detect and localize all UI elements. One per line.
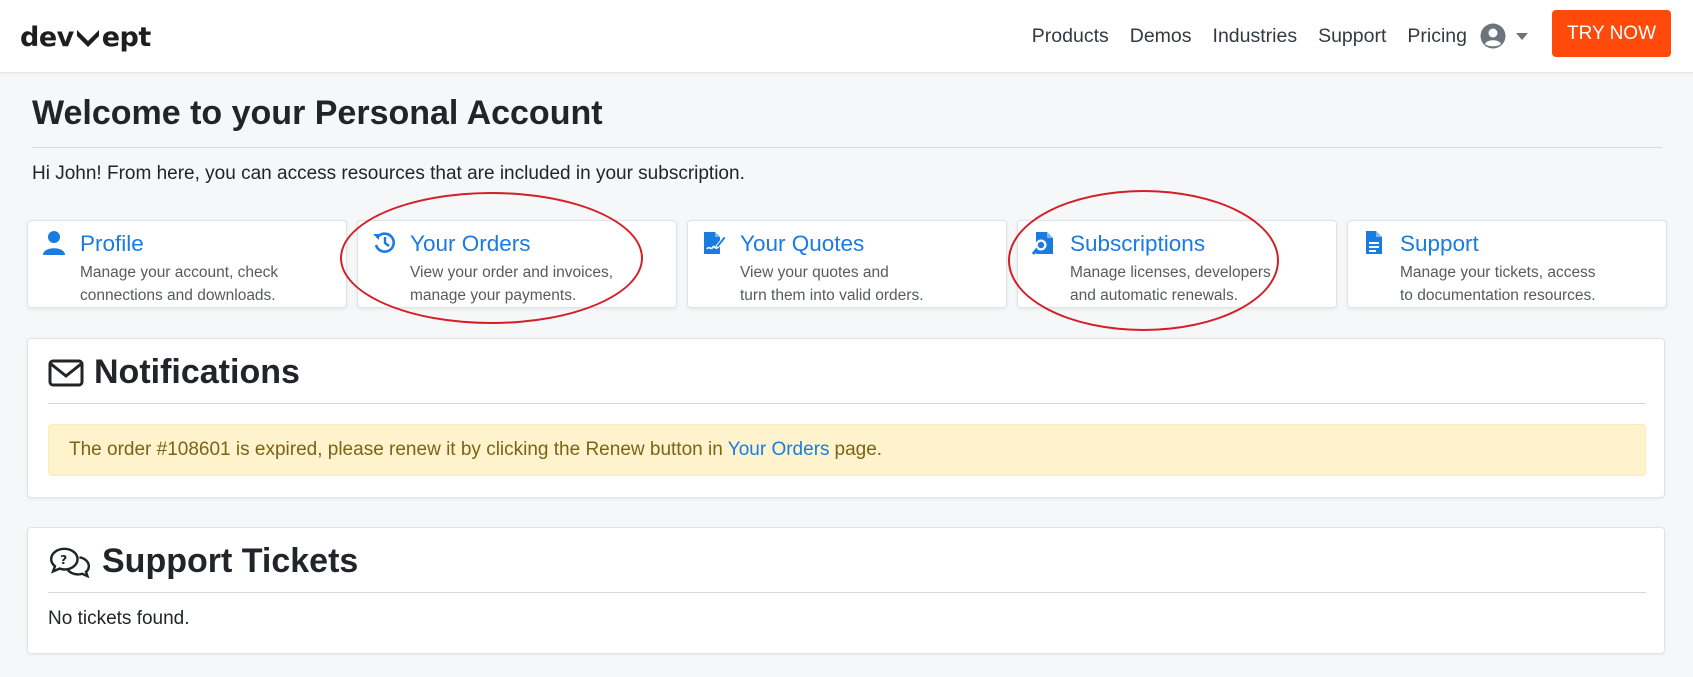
card-description-line: Manage your tickets, access — [1400, 264, 1596, 281]
annotation-ellipse-your-orders — [340, 192, 643, 324]
support-tickets-header: ? Support Tickets — [48, 542, 358, 581]
nav-products[interactable]: Products — [1032, 25, 1109, 48]
card-title-profile[interactable]: Profile — [80, 231, 144, 257]
chevron-down-icon — [1516, 32, 1528, 40]
card-title-support[interactable]: Support — [1400, 231, 1479, 257]
card-description-line: to documentation resources. — [1400, 287, 1596, 304]
card-title-your-quotes[interactable]: Your Quotes — [740, 231, 864, 257]
card-description-line: connections and downloads. — [80, 287, 276, 304]
support-tickets-title: Support Tickets — [102, 542, 359, 580]
svg-text:?: ? — [60, 552, 67, 566]
logo-text-left: dev — [20, 21, 74, 53]
card-description-profile: Manage your account, check connections a… — [80, 261, 342, 307]
page-title: Welcome to your Personal Account — [32, 94, 603, 132]
card-description-line: turn them into valid orders. — [740, 287, 924, 304]
title-divider — [32, 147, 1662, 148]
user-icon — [43, 231, 65, 255]
comments-question-icon: ? — [49, 547, 91, 578]
document-icon — [1366, 231, 1382, 254]
logo-text-right: ept — [101, 21, 152, 53]
main-nav: Products Demos Industries Support Pricin… — [1011, 0, 1467, 72]
nav-industries[interactable]: Industries — [1213, 25, 1298, 48]
alert-text-end: page. — [834, 439, 883, 460]
logo-mark-icon — [76, 30, 99, 47]
alert-text: The order #108601 is expired, please ren… — [69, 439, 723, 460]
welcome-message: Hi John! From here, you can access resou… — [32, 163, 745, 184]
user-menu-toggle[interactable] — [1480, 22, 1532, 50]
envelope-icon — [48, 359, 84, 386]
card-description-your-quotes: View your quotes and turn them into vali… — [740, 261, 1002, 307]
user-avatar-icon — [1480, 23, 1506, 49]
try-now-button[interactable]: TRY NOW — [1552, 10, 1671, 57]
annotation-ellipse-subscriptions — [1008, 190, 1279, 331]
nav-pricing[interactable]: Pricing — [1407, 25, 1467, 48]
notifications-panel: Notifications The order #108601 is expir… — [27, 338, 1665, 498]
no-tickets-message: No tickets found. — [48, 608, 190, 629]
your-orders-link[interactable]: Your Orders — [728, 439, 830, 461]
notifications-header: Notifications — [48, 353, 300, 392]
nav-support[interactable]: Support — [1318, 25, 1386, 48]
card-description-line: Manage your account, check — [80, 264, 279, 281]
top-navbar: dev ept Products Demos Industries Suppor… — [0, 0, 1693, 73]
profile-card[interactable]: Profile Manage your account, check conne… — [27, 220, 347, 308]
notifications-title: Notifications — [94, 353, 300, 391]
expired-order-alert: The order #108601 is expired, please ren… — [48, 424, 1646, 476]
support-tickets-divider — [48, 592, 1646, 593]
file-signature-icon — [704, 232, 726, 254]
notifications-divider — [48, 403, 1646, 404]
your-quotes-card[interactable]: Your Quotes View your quotes and turn th… — [687, 220, 1007, 308]
support-tickets-panel: ? Support Tickets No tickets found. — [27, 527, 1665, 654]
card-description-support: Manage your tickets, access to documenta… — [1400, 261, 1662, 307]
nav-demos[interactable]: Demos — [1130, 25, 1192, 48]
support-card[interactable]: Support Manage your tickets, access to d… — [1347, 220, 1667, 308]
card-description-line: View your quotes and — [740, 264, 889, 281]
devexpert-logo[interactable]: dev ept — [20, 21, 152, 53]
